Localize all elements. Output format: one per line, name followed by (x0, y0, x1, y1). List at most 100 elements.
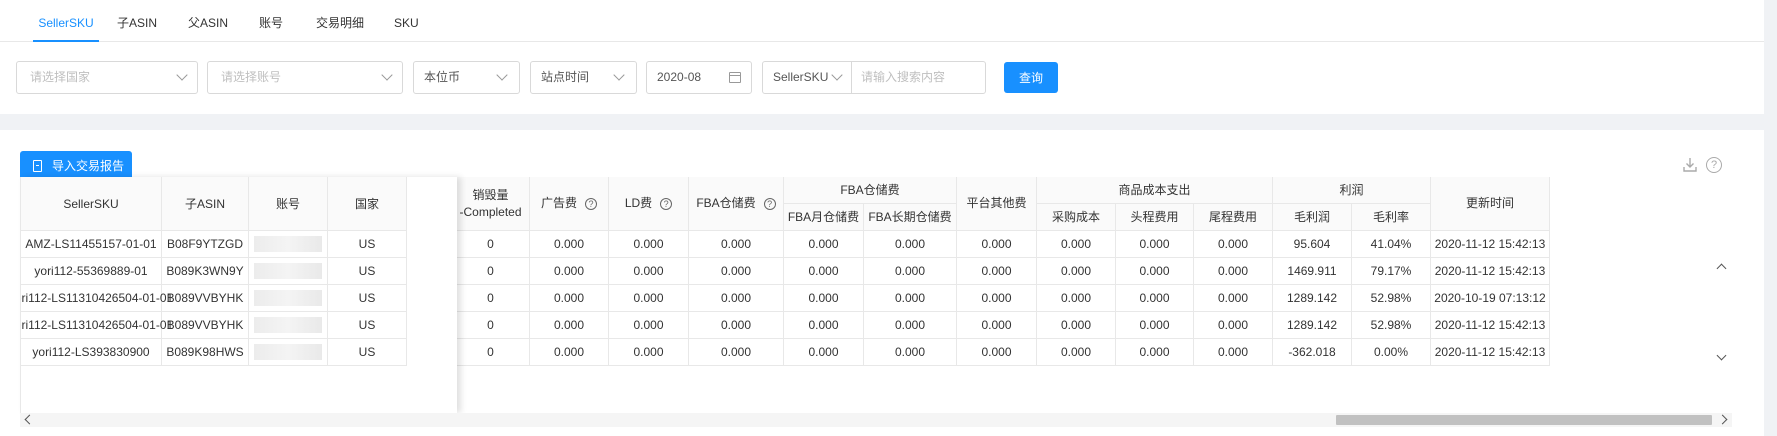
ad-fee-help-icon[interactable]: ? (585, 197, 597, 210)
cell-ad: 0.000 (530, 231, 609, 258)
column-header-ad-fee-label: 广告费 (540, 196, 577, 211)
cell-destroyed: 0 (452, 231, 530, 258)
cell-destroyed: 0 (452, 339, 530, 366)
cell-ld: 0.000 (609, 339, 689, 366)
account-select[interactable]: 请选择账号 (207, 61, 403, 94)
cell-purchase: 0.000 (1037, 258, 1116, 285)
cell-sellersku: yori112-55369889-01 (21, 258, 162, 285)
help-icon[interactable]: ? (1706, 157, 1722, 173)
cell-fba: 0.000 (689, 285, 784, 312)
column-header-ld-fee-label: LD费 (624, 196, 653, 211)
currency-value: 本位币 (424, 70, 461, 84)
cell-fba: 0.000 (689, 339, 784, 366)
cell-ld: 0.000 (609, 258, 689, 285)
column-header-destroyed: 销毁量 -Completed (452, 177, 530, 231)
ld-fee-help-icon[interactable]: ? (660, 197, 673, 210)
time-type-select[interactable]: 站点时间 (530, 61, 637, 94)
redacted-mask (254, 317, 322, 333)
query-button[interactable]: 查询 (1004, 62, 1058, 93)
cell-account-redacted (249, 231, 328, 258)
country-select[interactable]: 请选择国家 (16, 61, 198, 94)
cell-monthly: 0.000 (784, 339, 864, 366)
cell-first: 0.000 (1116, 339, 1194, 366)
column-header-platform-other: 平台其他费 (957, 177, 1037, 231)
cell-time: 2020-11-12 15:42:13 (1431, 312, 1550, 339)
scroll-right-icon[interactable] (1717, 414, 1728, 425)
column-header-ad-fee: 广告费? (530, 177, 609, 231)
cell-last: 0.000 (1194, 312, 1273, 339)
search-group: SellerSKU 请输入搜索内容 (762, 61, 986, 94)
cell-longterm: 0.000 (864, 339, 957, 366)
document-icon (33, 160, 42, 172)
fixed-columns: SellerSKU 子ASIN 账号 国家 AMZ-LS11455157-01-01 B0… (20, 177, 457, 413)
cell-platform: 0.000 (957, 312, 1037, 339)
cell-last: 0.000 (1194, 231, 1273, 258)
cell-country: US (328, 258, 407, 285)
cell-ad: 0.000 (530, 312, 609, 339)
cell-monthly: 0.000 (784, 285, 864, 312)
calendar-icon (729, 72, 741, 83)
cell-child-asin: B089VVBYHK (162, 285, 249, 312)
cell-account-redacted (249, 258, 328, 285)
cell-sellersku: yori112-LS11310426504-01-01 (21, 312, 173, 339)
cell-ad: 0.000 (530, 285, 609, 312)
cell-monthly: 0.000 (784, 312, 864, 339)
cell-margin: 52.98% (1352, 285, 1431, 312)
cell-margin: 0.00% (1352, 339, 1431, 366)
currency-select[interactable]: 本位币 (413, 61, 520, 94)
column-header-ld-fee: LD费? (609, 177, 689, 231)
fba-storage-help-icon[interactable]: ? (763, 197, 776, 210)
cell-monthly: 0.000 (784, 231, 864, 258)
cell-purchase: 0.000 (1037, 312, 1116, 339)
cell-platform: 0.000 (957, 339, 1037, 366)
redacted-mask (254, 344, 322, 360)
column-header-sellersku: SellerSKU (21, 177, 162, 231)
cell-profit: 95.604 (1273, 231, 1352, 258)
tab-parent-asin[interactable]: 父ASIN (188, 0, 228, 42)
cell-first: 0.000 (1116, 285, 1194, 312)
filter-panel: SellerSKU 子ASIN 父ASIN 账号 交易明细 SKU 请选择国家 … (0, 0, 1764, 114)
chevron-down-icon (381, 69, 393, 81)
cell-ad: 0.000 (530, 258, 609, 285)
time-type-value: 站点时间 (541, 70, 590, 84)
cell-country: US (328, 339, 407, 366)
cell-profit: -362.018 (1273, 339, 1352, 366)
scrollbar-thumb[interactable] (1336, 415, 1712, 425)
month-picker[interactable]: 2020-08 (646, 61, 752, 94)
chevron-down-icon (613, 69, 625, 81)
cell-fba: 0.000 (689, 231, 784, 258)
column-header-purchase-cost: 采购成本 (1037, 204, 1116, 231)
cell-destroyed: 0 (452, 285, 530, 312)
column-header-account: 账号 (249, 177, 328, 231)
cell-profit: 1469.911 (1273, 258, 1352, 285)
scroll-left-icon[interactable] (24, 414, 35, 425)
cell-account-redacted (249, 339, 328, 366)
cell-ad: 0.000 (530, 339, 609, 366)
cell-fba: 0.000 (689, 312, 784, 339)
cell-destroyed: 0 (452, 312, 530, 339)
column-header-child-asin: 子ASIN (162, 177, 249, 231)
cell-destroyed: 0 (452, 258, 530, 285)
redacted-mask (254, 263, 322, 279)
download-icon[interactable] (1682, 156, 1698, 174)
search-input[interactable]: 请输入搜索内容 (861, 62, 945, 93)
cell-margin: 52.98% (1352, 312, 1431, 339)
cell-ld: 0.000 (609, 231, 689, 258)
chevron-down-icon (496, 69, 508, 81)
column-header-fba-monthly: FBA月仓储费 (784, 204, 864, 231)
search-field-select[interactable]: SellerSKU (763, 62, 852, 93)
column-header-fba-storage-label: FBA仓储费 (696, 196, 756, 211)
cell-purchase: 0.000 (1037, 231, 1116, 258)
cell-profit: 1289.142 (1273, 312, 1352, 339)
tab-account[interactable]: 账号 (259, 0, 283, 42)
cell-last: 0.000 (1194, 339, 1273, 366)
tab-sku[interactable]: SKU (394, 0, 419, 42)
cell-fba: 0.000 (689, 258, 784, 285)
month-value: 2020-08 (657, 70, 702, 84)
tab-transaction-detail[interactable]: 交易明细 (316, 0, 364, 42)
tab-sellersku[interactable]: SellerSKU (33, 0, 99, 42)
column-header-updated-time: 更新时间 (1431, 177, 1550, 231)
horizontal-scrollbar[interactable] (20, 413, 1732, 427)
cell-ld: 0.000 (609, 312, 689, 339)
tab-child-asin[interactable]: 子ASIN (117, 0, 157, 42)
